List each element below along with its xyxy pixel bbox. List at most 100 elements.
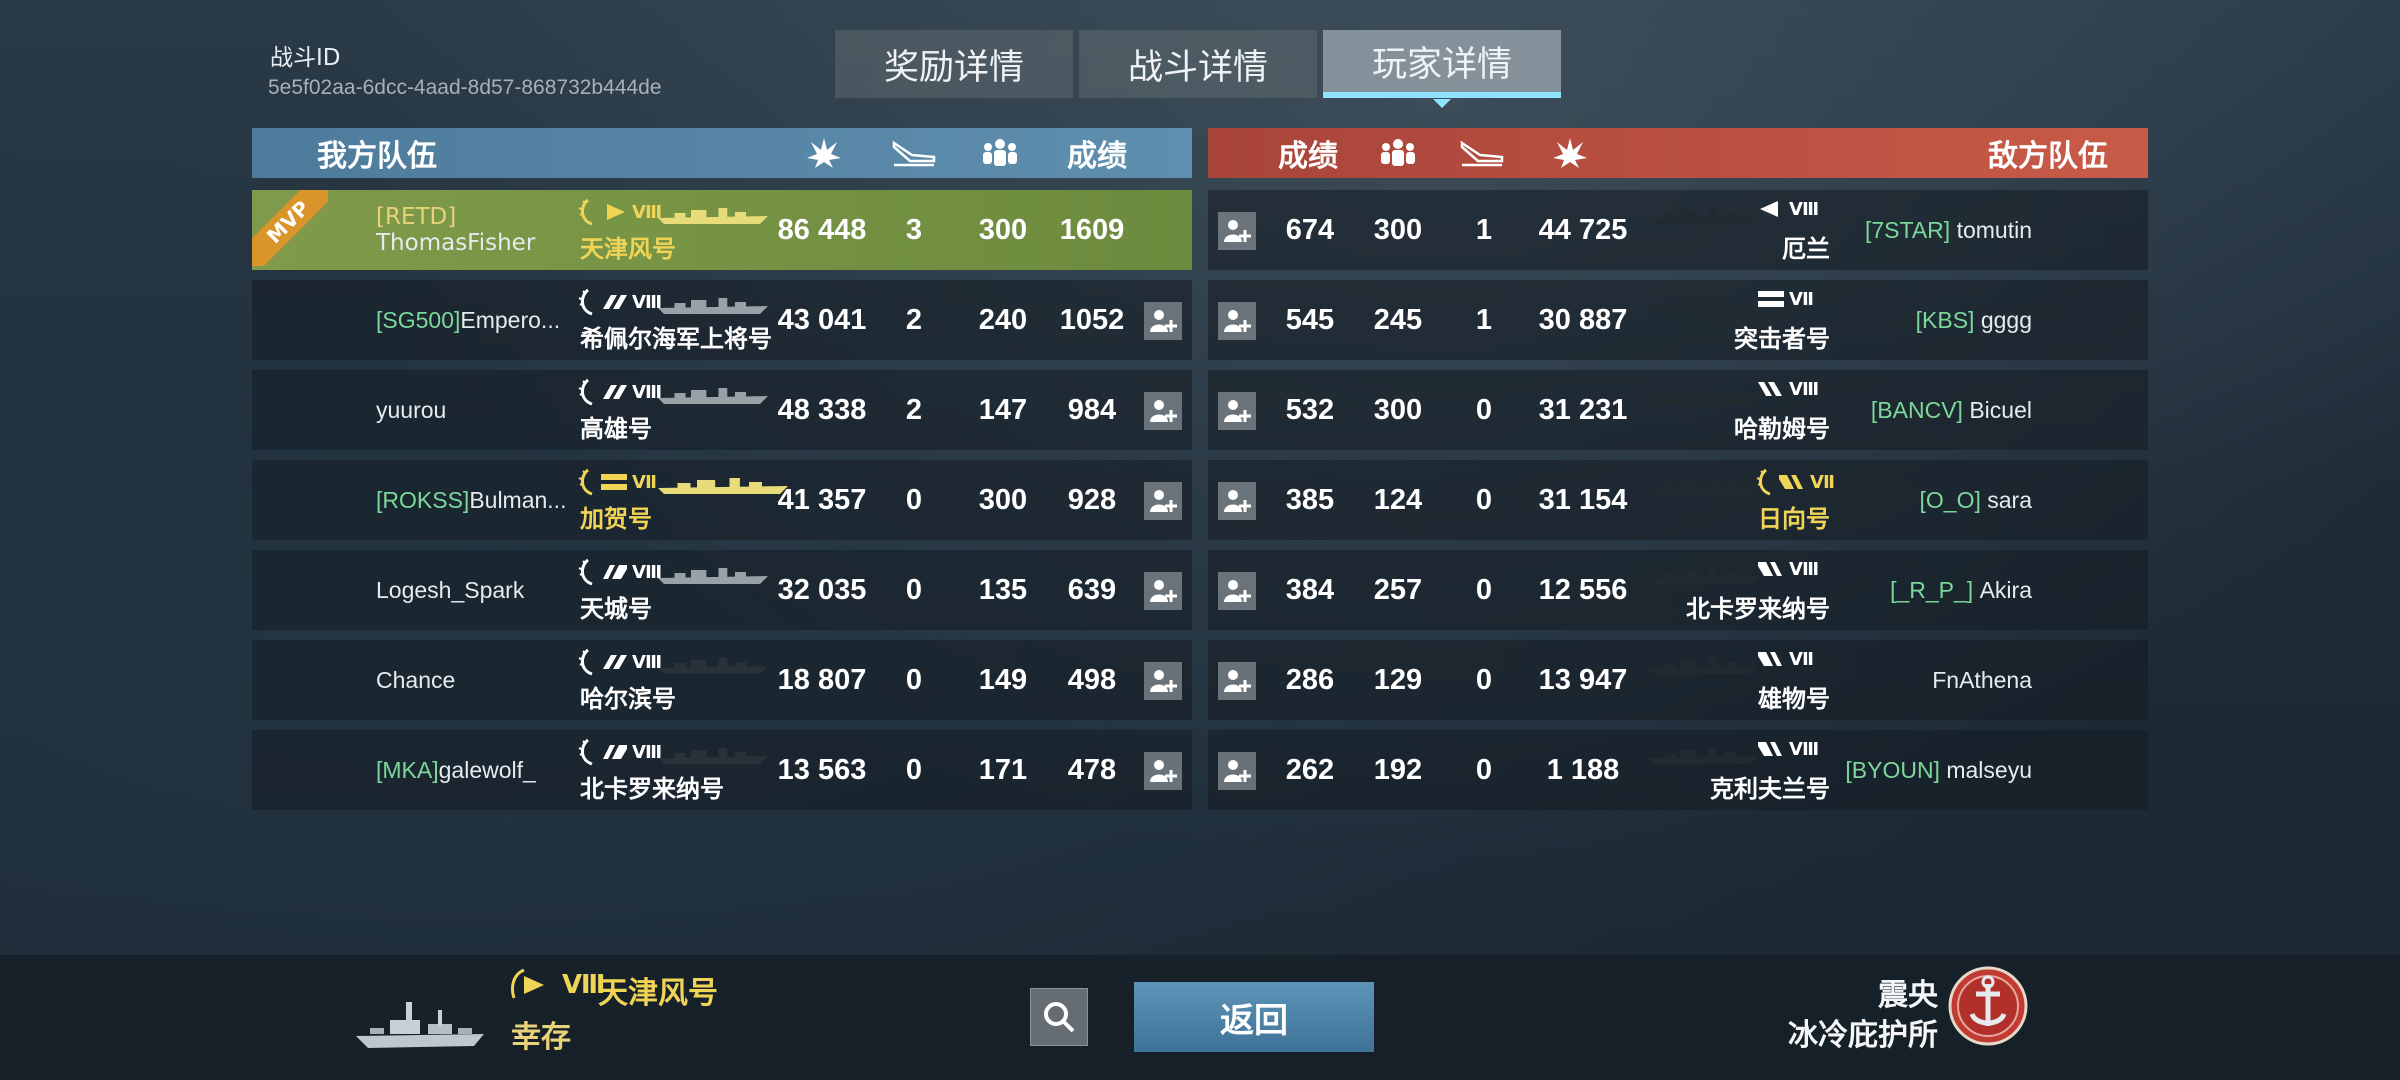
player-name[interactable]: FnAthena	[1932, 640, 2032, 720]
enemy-team-title: 敌方队伍	[1988, 139, 2108, 174]
xp-value: 149	[978, 663, 1028, 696]
player-name[interactable]: Logesh_Spark	[376, 550, 524, 630]
ship-tier: Ⅶ	[1756, 288, 1814, 310]
table-row: yuurou Ⅷ 高雄号 48 338 2 147 984 532 300 0 …	[252, 370, 2148, 450]
ship-tier: Ⅷ	[578, 558, 662, 586]
ally-score-header: 成绩	[1067, 139, 1127, 174]
damage-value: 48 338	[777, 393, 867, 426]
add-friend-icon	[1224, 670, 1251, 692]
add-friend-button[interactable]	[1218, 662, 1256, 700]
back-button[interactable]: 返回	[1134, 982, 1374, 1052]
enemy-player-row[interactable]: 384 257 0 12 556 Ⅷ 北卡罗来纳号 [_R_P_] Akira	[1208, 550, 2148, 630]
player-name[interactable]: [MKA] galewolf_	[376, 730, 536, 810]
enemy-player-row[interactable]: 545 245 1 30 887 Ⅶ 突击者号 [KBS] gggg	[1208, 280, 2148, 360]
xp-value: 300	[978, 483, 1028, 516]
add-friend-button[interactable]	[1144, 572, 1182, 610]
ally-player-row[interactable]: MVP [RETD] ThomasFisher Ⅷ 天津风号 86 448 3 …	[252, 190, 1192, 270]
player-name[interactable]: [SG500] Empero...	[376, 280, 560, 360]
survival-status: 幸存	[511, 1020, 571, 1055]
clan-tag: [BYOUN]	[1845, 756, 1940, 783]
add-friend-icon	[1224, 220, 1251, 242]
ship-name: 日向号	[1758, 505, 1830, 533]
tab-player-details[interactable]: 玩家详情	[1323, 30, 1561, 98]
kills-value: 1	[1475, 303, 1493, 336]
player-name[interactable]: [KBS] gggg	[1916, 280, 2032, 360]
damage-value: 32 035	[777, 573, 867, 606]
damage-value: 86 448	[777, 213, 867, 246]
add-friend-icon	[1224, 580, 1251, 602]
ally-player-row[interactable]: [ROKSS] Bulman... Ⅶ 加贺号 41 357 0 300 928	[252, 460, 1192, 540]
player-name[interactable]: [BANCV] Bicuel	[1871, 370, 2032, 450]
ally-player-row[interactable]: yuurou Ⅷ 高雄号 48 338 2 147 984	[252, 370, 1192, 450]
search-button[interactable]	[1030, 988, 1088, 1046]
add-friend-button[interactable]	[1144, 752, 1182, 790]
tab-rewards[interactable]: 奖励详情	[835, 30, 1073, 98]
xp-value: 129	[1373, 663, 1423, 696]
kills-value: 0	[1475, 393, 1493, 426]
ship-silhouette	[658, 564, 768, 586]
add-friend-button[interactable]	[1218, 572, 1256, 610]
player-name[interactable]: [O_O] sara	[1920, 460, 2033, 540]
add-friend-button[interactable]	[1218, 482, 1256, 520]
add-friend-button[interactable]	[1144, 392, 1182, 430]
ship-tier: Ⅷ	[1756, 558, 1819, 580]
add-friend-button[interactable]	[1218, 752, 1256, 790]
player-name[interactable]: [RETD] ThomasFisher	[376, 190, 535, 270]
people-icon	[982, 128, 1018, 178]
score-value: 384	[1285, 573, 1335, 606]
battle-id-label: 战斗ID	[270, 45, 341, 71]
ship-silhouette	[1648, 294, 1758, 316]
map-name-label: 冰冷庇护所	[1788, 1018, 1938, 1053]
player-name[interactable]: Chance	[376, 640, 455, 720]
enemy-player-row[interactable]: 674 300 1 44 725 Ⅷ 厄兰 [7STAR] tomutin	[1208, 190, 2148, 270]
kills-value: 0	[1475, 483, 1493, 516]
add-friend-button[interactable]	[1218, 392, 1256, 430]
clan-tag: [ROKSS]	[376, 486, 470, 513]
ship-tier: Ⅷ	[578, 378, 662, 406]
player-name[interactable]: [BYOUN] malseyu	[1845, 730, 2032, 810]
player-name[interactable]: [ROKSS] Bulman...	[376, 460, 566, 540]
ally-player-row[interactable]: Logesh_Spark Ⅷ 天城号 32 035 0 135 639	[252, 550, 1192, 630]
add-friend-icon	[1150, 580, 1177, 602]
table-row: [MKA] galewolf_ Ⅷ 北卡罗来纳号 13 563 0 171 47…	[252, 730, 2148, 810]
ally-player-row[interactable]: Chance Ⅷ 哈尔滨号 18 807 0 149 498	[252, 640, 1192, 720]
add-friend-button[interactable]	[1144, 482, 1182, 520]
ship-name: 天津风号	[580, 235, 676, 263]
ship-name: 突击者号	[1734, 325, 1830, 353]
enemy-player-row[interactable]: 532 300 0 31 231 Ⅷ 哈勒姆号 [BANCV] Bicuel	[1208, 370, 2148, 450]
search-icon	[1044, 1002, 1075, 1033]
add-friend-button[interactable]	[1218, 212, 1256, 250]
ally-player-row[interactable]: [SG500] Empero... Ⅷ 希佩尔海军上将号 43 041 2 24…	[252, 280, 1192, 360]
tab-battle-details[interactable]: 战斗详情	[1079, 30, 1317, 98]
plane-icon	[892, 128, 936, 178]
clan-tag: [O_O]	[1919, 486, 1981, 513]
enemy-score-header: 成绩	[1278, 139, 1338, 174]
damage-value: 30 887	[1538, 303, 1628, 336]
ship-tier: Ⅷ	[578, 288, 662, 316]
xp-value: 171	[978, 753, 1028, 786]
plane-icon	[1460, 128, 1504, 178]
ship-name: 雄物号	[1758, 685, 1830, 713]
add-friend-button[interactable]	[1144, 662, 1182, 700]
enemy-player-row[interactable]: 262 192 0 1 188 Ⅷ 克利夫兰号 [BYOUN] malseyu	[1208, 730, 2148, 810]
ship-tier: Ⅷ	[1756, 378, 1819, 400]
add-friend-button[interactable]	[1218, 302, 1256, 340]
table-row: [SG500] Empero... Ⅷ 希佩尔海军上将号 43 041 2 24…	[252, 280, 2148, 360]
add-friend-icon	[1150, 490, 1177, 512]
add-friend-button[interactable]	[1144, 302, 1182, 340]
player-name[interactable]: [_R_P_] Akira	[1890, 550, 2032, 630]
player-name[interactable]: [7STAR] tomutin	[1865, 190, 2032, 270]
player-name[interactable]: yuurou	[376, 370, 446, 450]
xp-value: 240	[978, 303, 1028, 336]
ally-team-title: 我方队伍	[317, 139, 437, 174]
enemy-player-row[interactable]: 286 129 0 13 947 Ⅶ 雄物号 FnAthena	[1208, 640, 2148, 720]
xp-value: 192	[1373, 753, 1423, 786]
damage-value: 44 725	[1538, 213, 1628, 246]
ally-player-row[interactable]: [MKA] galewolf_ Ⅷ 北卡罗来纳号 13 563 0 171 47…	[252, 730, 1192, 810]
score-value: 498	[1067, 663, 1117, 696]
enemy-player-row[interactable]: 385 124 0 31 154 Ⅶ 日向号 [O_O] sara	[1208, 460, 2148, 540]
ship-tier: Ⅶ	[1756, 468, 1835, 496]
ship-silhouette	[658, 384, 768, 406]
xp-value: 124	[1373, 483, 1423, 516]
xp-value: 257	[1373, 573, 1423, 606]
